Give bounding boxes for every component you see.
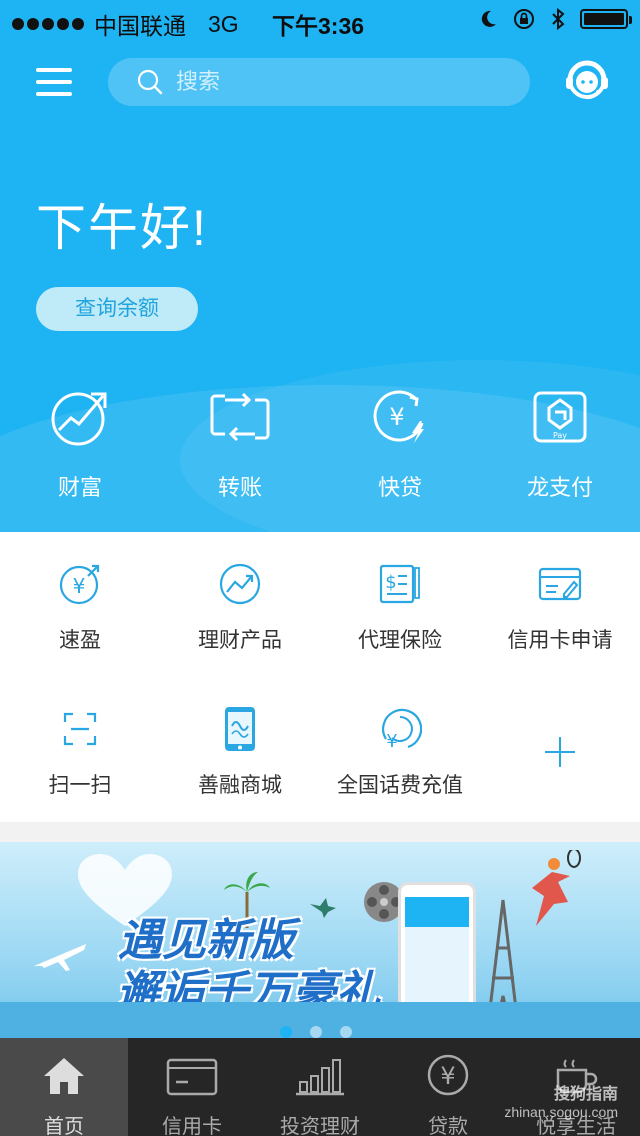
hummingbird-icon — [310, 898, 336, 918]
tab-label: 首页 — [44, 1116, 84, 1136]
tab-home[interactable]: 首页 — [0, 1038, 128, 1136]
status-time: 下午3:36 — [272, 13, 365, 39]
credit-card-edit-icon — [538, 567, 582, 601]
home-icon — [44, 1058, 84, 1094]
bar-chart-icon — [296, 1059, 344, 1096]
search-icon — [137, 69, 163, 95]
scan-icon — [63, 712, 97, 746]
trend-chart-icon — [219, 563, 261, 605]
menu-button[interactable] — [36, 68, 72, 96]
watermark: 搜狗指南 zhinan.sogou.com — [504, 1080, 618, 1120]
yen-circle-icon: ¥ — [59, 564, 100, 605]
add-service-icon[interactable] — [542, 734, 578, 770]
search-input[interactable] — [176, 66, 506, 98]
quick-actions: 财富 转账 ¥ 快贷 Pay 龙支付 — [0, 386, 640, 506]
service-credit-card-apply[interactable]: 信用卡申请 — [480, 562, 640, 654]
quick-action-wealth[interactable]: 财富 — [0, 386, 160, 506]
services-grid: ¥ 速盈 理财产品 $ 代理保险 信用卡申请 扫一扫 善融商城 ¥ 全国话费充值 — [0, 532, 640, 822]
carousel-dot[interactable] — [310, 1026, 322, 1038]
service-suying[interactable]: ¥ 速盈 — [0, 562, 160, 654]
svg-text:¥: ¥ — [389, 403, 404, 431]
transfer-icon — [210, 392, 270, 442]
service-label: 全国话费充值 — [337, 774, 463, 797]
quick-action-dragon-pay[interactable]: Pay 龙支付 — [480, 386, 640, 506]
phone-recharge-icon: ¥ — [382, 708, 422, 751]
quick-action-label: 龙支付 — [526, 475, 593, 500]
rotation-lock-icon — [514, 9, 534, 29]
service-label: 代理保险 — [358, 629, 442, 652]
insurance-doc-icon: $ — [379, 564, 420, 604]
battery-icon — [580, 9, 632, 29]
promo-banner[interactable]: 遇见新版 邂逅千万豪礼 — [0, 842, 640, 1042]
service-label: 信用卡申请 — [507, 629, 613, 652]
service-shanrong-mall[interactable]: 善融商城 — [160, 707, 320, 799]
tab-loan[interactable]: ¥ 贷款 — [384, 1038, 512, 1136]
carousel-dot[interactable] — [280, 1026, 292, 1038]
moon-icon — [481, 10, 496, 27]
service-label: 速盈 — [59, 629, 101, 652]
search-bar[interactable] — [108, 58, 530, 106]
quick-action-label: 财富 — [57, 475, 102, 500]
tab-label: 贷款 — [428, 1116, 468, 1136]
svg-text:$: $ — [385, 572, 396, 593]
tab-credit-card[interactable]: 信用卡 — [128, 1038, 256, 1136]
tab-investment[interactable]: 投资理财 — [256, 1038, 384, 1136]
quick-action-label: 快贷 — [377, 475, 422, 500]
card-icon — [166, 1058, 218, 1096]
signal-strength-icon — [12, 18, 84, 30]
service-label: 理财产品 — [198, 629, 282, 652]
svg-text:¥: ¥ — [440, 1062, 455, 1090]
service-insurance[interactable]: $ 代理保险 — [320, 562, 480, 654]
service-financial-products[interactable]: 理财产品 — [160, 562, 320, 654]
yen-coin-icon: ¥ — [427, 1054, 469, 1096]
airplane-icon — [34, 944, 86, 971]
carousel-indicator — [280, 1026, 352, 1038]
status-bar: 中国联通 3G 下午3:36 — [0, 0, 640, 40]
bluetooth-icon — [552, 7, 565, 31]
greeting-text: 下午好! — [36, 200, 208, 256]
phone-mall-icon — [225, 707, 255, 751]
carrier-name: 中国联通 — [94, 13, 186, 39]
tab-label: 投资理财 — [280, 1116, 360, 1136]
quick-loan-icon: ¥ — [373, 390, 424, 443]
dragon-pay-icon: Pay — [533, 391, 587, 443]
tab-label: 信用卡 — [162, 1116, 222, 1136]
check-balance-button[interactable]: 查询余额 — [36, 287, 198, 331]
svg-text:¥: ¥ — [386, 731, 397, 751]
svg-text:Pay: Pay — [553, 431, 567, 440]
service-phone-recharge[interactable]: ¥ 全国话费充值 — [320, 707, 480, 799]
quick-action-transfer[interactable]: 转账 — [160, 386, 320, 506]
network-type: 3G — [208, 10, 239, 37]
svg-text:¥: ¥ — [73, 574, 86, 598]
hero-section: 中国联通 3G 下午3:36 下午好! 查询余额 — [0, 0, 640, 532]
top-bar — [0, 56, 640, 108]
customer-service-icon[interactable] — [562, 56, 612, 106]
service-label: 扫一扫 — [48, 774, 112, 797]
service-label: 善融商城 — [198, 774, 282, 797]
carousel-dot[interactable] — [340, 1026, 352, 1038]
quick-action-quick-loan[interactable]: ¥ 快贷 — [320, 386, 480, 506]
watermark-url: zhinan.sogou.com — [504, 1104, 618, 1120]
quick-action-label: 转账 — [217, 475, 262, 500]
tennis-player-icon — [532, 850, 581, 926]
wealth-growth-icon — [51, 392, 107, 446]
service-scan[interactable]: 扫一扫 — [0, 707, 160, 799]
watermark-title: 搜狗指南 — [553, 1086, 618, 1103]
